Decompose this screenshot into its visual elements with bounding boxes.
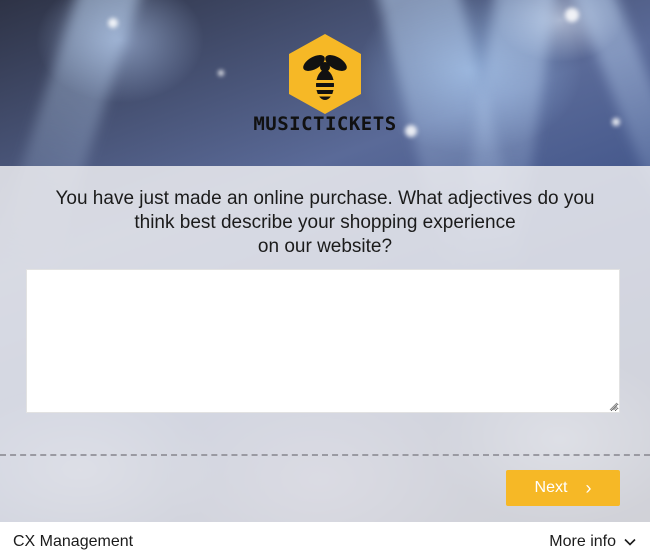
next-button[interactable]: Next › [506,470,620,506]
survey-question: You have just made an online purchase. W… [20,187,630,259]
more-info-button[interactable]: More info [549,533,636,551]
answer-textarea[interactable] [26,269,620,413]
more-info-label: More info [549,533,616,550]
chevron-down-icon [624,538,636,546]
brand-name: MUSICTICKETS [253,113,397,135]
survey-screen: MUSICTICKETS You have just made an onlin… [0,0,650,559]
next-button-label: Next [534,479,568,496]
footer-bar: CX Management More info [0,522,650,559]
bee-logo-icon [289,34,361,114]
footer-brand-label: CX Management [13,533,134,550]
resize-handle-icon[interactable] [609,402,618,411]
question-line: You have just made an online purchase. W… [55,188,595,209]
question-line: think best describe your shopping experi… [134,212,516,233]
dashed-divider [0,454,650,456]
question-line: on our website? [257,236,393,257]
chevron-right-icon: › [585,478,592,498]
